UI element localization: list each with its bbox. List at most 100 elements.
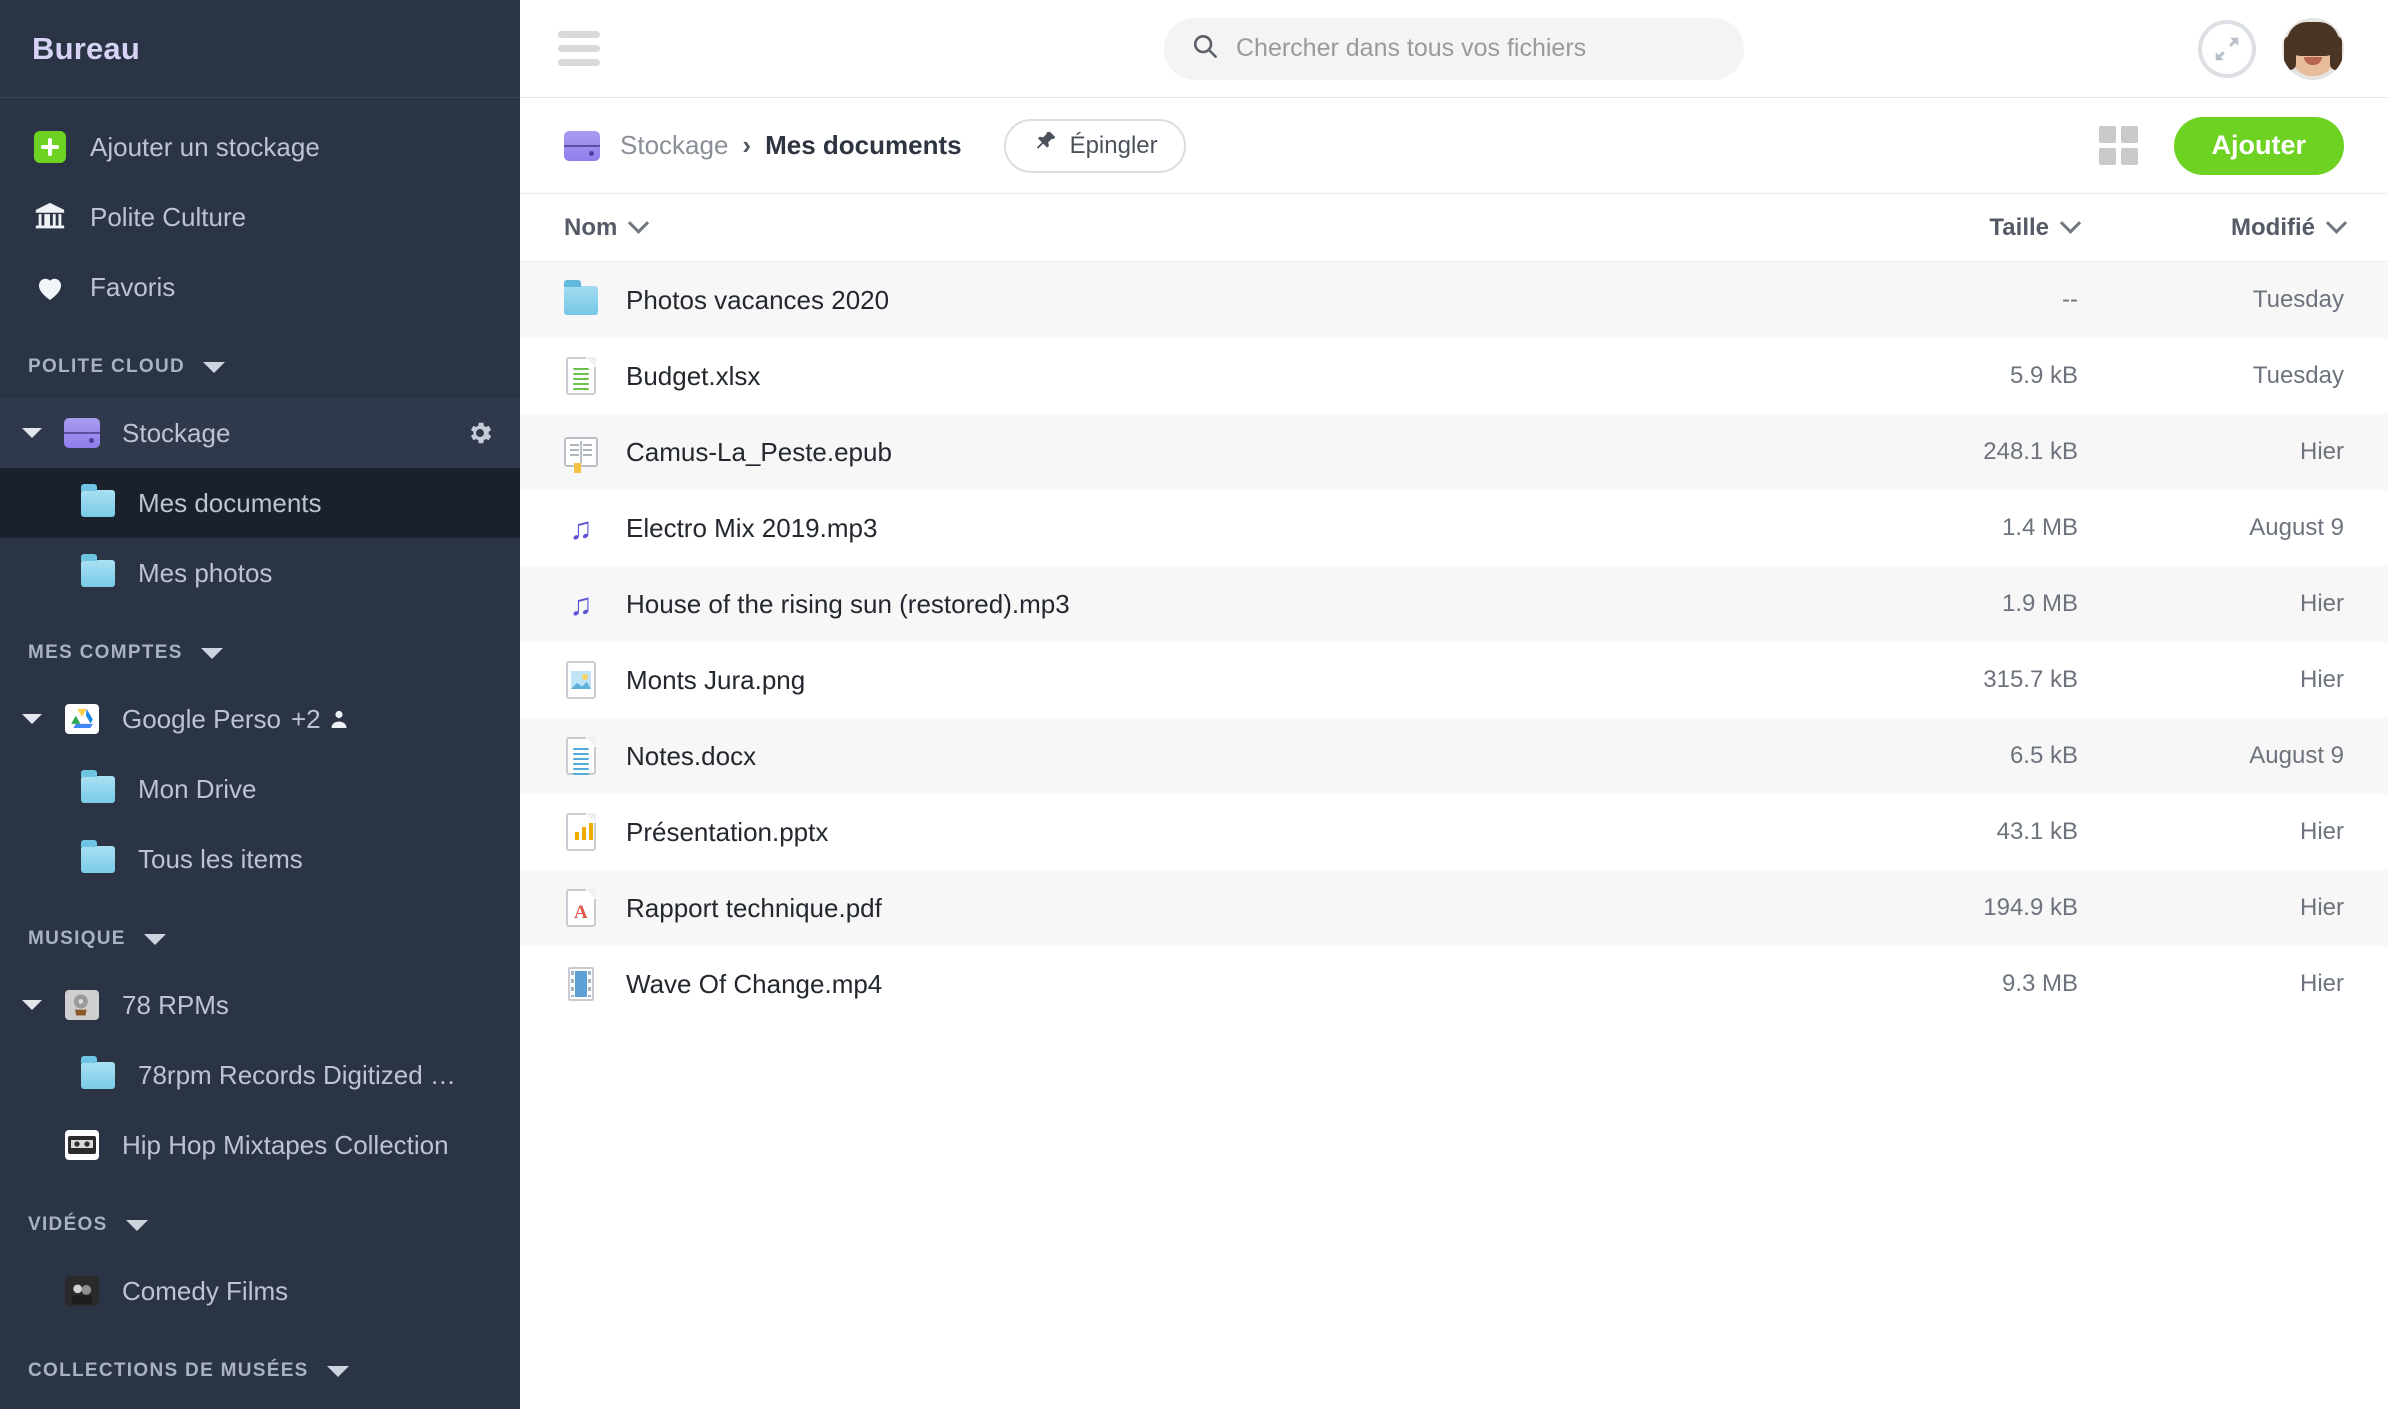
- expand-triangle-icon[interactable]: [22, 1000, 42, 1010]
- sidebar-section-mes-comptes[interactable]: MES COMPTES: [0, 622, 520, 684]
- breadcrumb-actions: Ajouter: [2098, 116, 2344, 175]
- document-icon: [564, 736, 598, 776]
- file-size: 5.9 kB: [2009, 362, 2078, 389]
- pushpin-icon: [1032, 129, 1058, 162]
- chevron-down-icon: [143, 933, 166, 945]
- sidebar-section-label: MUSIQUE: [28, 928, 126, 949]
- file-name: Monts Jura.png: [626, 664, 806, 695]
- top-bar-actions: [2198, 17, 2388, 80]
- file-size: 248.1 kB: [1983, 438, 2078, 465]
- avatar[interactable]: [2282, 17, 2344, 80]
- column-header-name-label: Nom: [564, 213, 618, 241]
- sidebar-section-collections-de-musees[interactable]: COLLECTIONS DE MUSÉES: [0, 1340, 520, 1402]
- search-box[interactable]: [1164, 17, 1744, 80]
- breadcrumb-separator: ›: [742, 130, 752, 160]
- sidebar-item-mon-drive[interactable]: Mon Drive: [0, 754, 520, 824]
- expand-icon[interactable]: [2198, 19, 2256, 78]
- file-modified: August 9: [2249, 514, 2344, 541]
- sidebar-section-polite-cloud[interactable]: POLITE CLOUD: [0, 336, 520, 398]
- sidebar-item-78rpm-records[interactable]: 78rpm Records Digitized by ...: [0, 1040, 520, 1110]
- sidebar-item-78-rpms[interactable]: 78 RPMs: [0, 970, 520, 1040]
- sidebar-item-comedy-films[interactable]: Comedy Films: [0, 1256, 520, 1326]
- person-icon: [327, 707, 351, 731]
- breadcrumb-mes-documents[interactable]: Mes documents: [765, 130, 962, 161]
- table-row[interactable]: Budget.xlsx 5.9 kB Tuesday: [520, 338, 2388, 414]
- column-header-name[interactable]: Nom: [520, 212, 1808, 242]
- sidebar-item-favoris[interactable]: Favoris: [0, 252, 520, 322]
- sidebar-item-account-count: +2: [290, 703, 321, 734]
- sidebar-header: Bureau: [0, 0, 520, 98]
- chevron-down-icon: [628, 212, 650, 234]
- table-row[interactable]: Monts Jura.png 315.7 kB Hier: [520, 642, 2388, 718]
- sidebar-section-label: VIDÉOS: [28, 1214, 108, 1235]
- pin-button[interactable]: Épingler: [1003, 118, 1186, 173]
- sidebar-item-polite-culture[interactable]: Polite Culture: [0, 182, 520, 252]
- file-modified: Hier: [2299, 818, 2344, 845]
- sidebar-item-mes-documents[interactable]: Mes documents: [0, 468, 520, 538]
- file-name: House of the rising sun (restored).mp3: [626, 588, 1070, 619]
- table-row[interactable]: A Rapport technique.pdf 194.9 kB Hier: [520, 870, 2388, 946]
- pdf-icon: A: [564, 888, 598, 928]
- table-row[interactable]: Photos vacances 2020 -- Tuesday: [520, 262, 2388, 338]
- hamburger-icon[interactable]: [558, 24, 600, 73]
- sidebar-item-label: 78rpm Records Digitized by ...: [138, 1059, 468, 1090]
- file-name-cell: Notes.docx: [520, 736, 1808, 776]
- film-thumb-icon: [60, 1269, 104, 1313]
- table-row[interactable]: Présentation.pptx 43.1 kB Hier: [520, 794, 2388, 870]
- table-row[interactable]: Notes.docx 6.5 kB August 9: [520, 718, 2388, 794]
- expand-triangle-icon[interactable]: [22, 428, 42, 438]
- sidebar-section-videos[interactable]: VIDÉOS: [0, 1194, 520, 1256]
- table-row[interactable]: ♫ House of the rising sun (restored).mp3…: [520, 566, 2388, 642]
- file-modified: Hier: [2299, 438, 2344, 465]
- column-header-modified[interactable]: Modifié: [2108, 212, 2388, 242]
- file-modified: Tuesday: [2252, 286, 2344, 313]
- museum-icon: [28, 195, 72, 239]
- file-size: 9.3 MB: [2001, 970, 2078, 997]
- file-name-cell: ♫ Electro Mix 2019.mp3: [520, 508, 1808, 548]
- chevron-down-icon: [200, 647, 223, 659]
- file-modified: Hier: [2299, 970, 2344, 997]
- column-header-modified-label: Modifié: [2231, 213, 2315, 241]
- sidebar-item-stockage[interactable]: Stockage: [0, 398, 520, 468]
- table-row[interactable]: ♫ Electro Mix 2019.mp3 1.4 MB August 9: [520, 490, 2388, 566]
- top-bar: [520, 0, 2388, 98]
- gear-icon[interactable]: [466, 419, 494, 452]
- sidebar-item-google-perso[interactable]: Google Perso +2: [0, 684, 520, 754]
- file-name-cell: A Rapport technique.pdf: [520, 888, 1808, 928]
- drive-icon: [60, 411, 104, 455]
- file-name-cell: Photos vacances 2020: [520, 279, 1808, 320]
- sidebar-item-label: Favoris: [90, 271, 176, 302]
- search-input[interactable]: [1236, 34, 1718, 63]
- sidebar-item-mes-photos[interactable]: Mes photos: [0, 538, 520, 608]
- chevron-down-icon: [2059, 212, 2082, 234]
- column-header-size[interactable]: Taille: [1808, 212, 2108, 242]
- file-modified: August 9: [2249, 742, 2344, 769]
- file-name: Wave Of Change.mp4: [626, 968, 883, 999]
- main-area: Stockage › Mes documents Épingler Ajoute…: [520, 0, 2388, 1409]
- gramophone-thumb-icon: [60, 983, 104, 1027]
- file-name-cell: Budget.xlsx: [520, 356, 1808, 396]
- sidebar-item-ajouter-un-stockage[interactable]: Ajouter un stockage: [0, 112, 520, 182]
- chevron-down-icon: [326, 1365, 349, 1377]
- table-row[interactable]: Wave Of Change.mp4 9.3 MB Hier: [520, 946, 2388, 1022]
- file-name-cell: Wave Of Change.mp4: [520, 964, 1808, 1004]
- sidebar-section-label: MES COMPTES: [28, 642, 183, 663]
- expand-triangle-icon[interactable]: [22, 714, 42, 724]
- cassette-thumb-icon: [60, 1123, 104, 1167]
- plus-box-icon: [28, 125, 72, 169]
- sidebar-item-hip-hop-mixtapes-collection[interactable]: Hip Hop Mixtapes Collection: [0, 1110, 520, 1180]
- pin-button-label: Épingler: [1069, 131, 1158, 159]
- sidebar-item-tous-les-items[interactable]: Tous les items: [0, 824, 520, 894]
- file-modified: Hier: [2299, 666, 2344, 693]
- sidebar-item-label: Ajouter un stockage: [90, 131, 320, 162]
- table-row[interactable]: Camus-La_Peste.epub 248.1 kB Hier: [520, 414, 2388, 490]
- sidebar-section-label: COLLECTIONS DE MUSÉES: [28, 1360, 309, 1381]
- breadcrumb-stockage[interactable]: Stockage: [620, 130, 728, 161]
- grid-view-icon[interactable]: [2098, 126, 2138, 165]
- add-button[interactable]: Ajouter: [2173, 116, 2344, 175]
- sidebar-section-musique[interactable]: MUSIQUE: [0, 908, 520, 970]
- file-size: 43.1 kB: [1996, 818, 2078, 845]
